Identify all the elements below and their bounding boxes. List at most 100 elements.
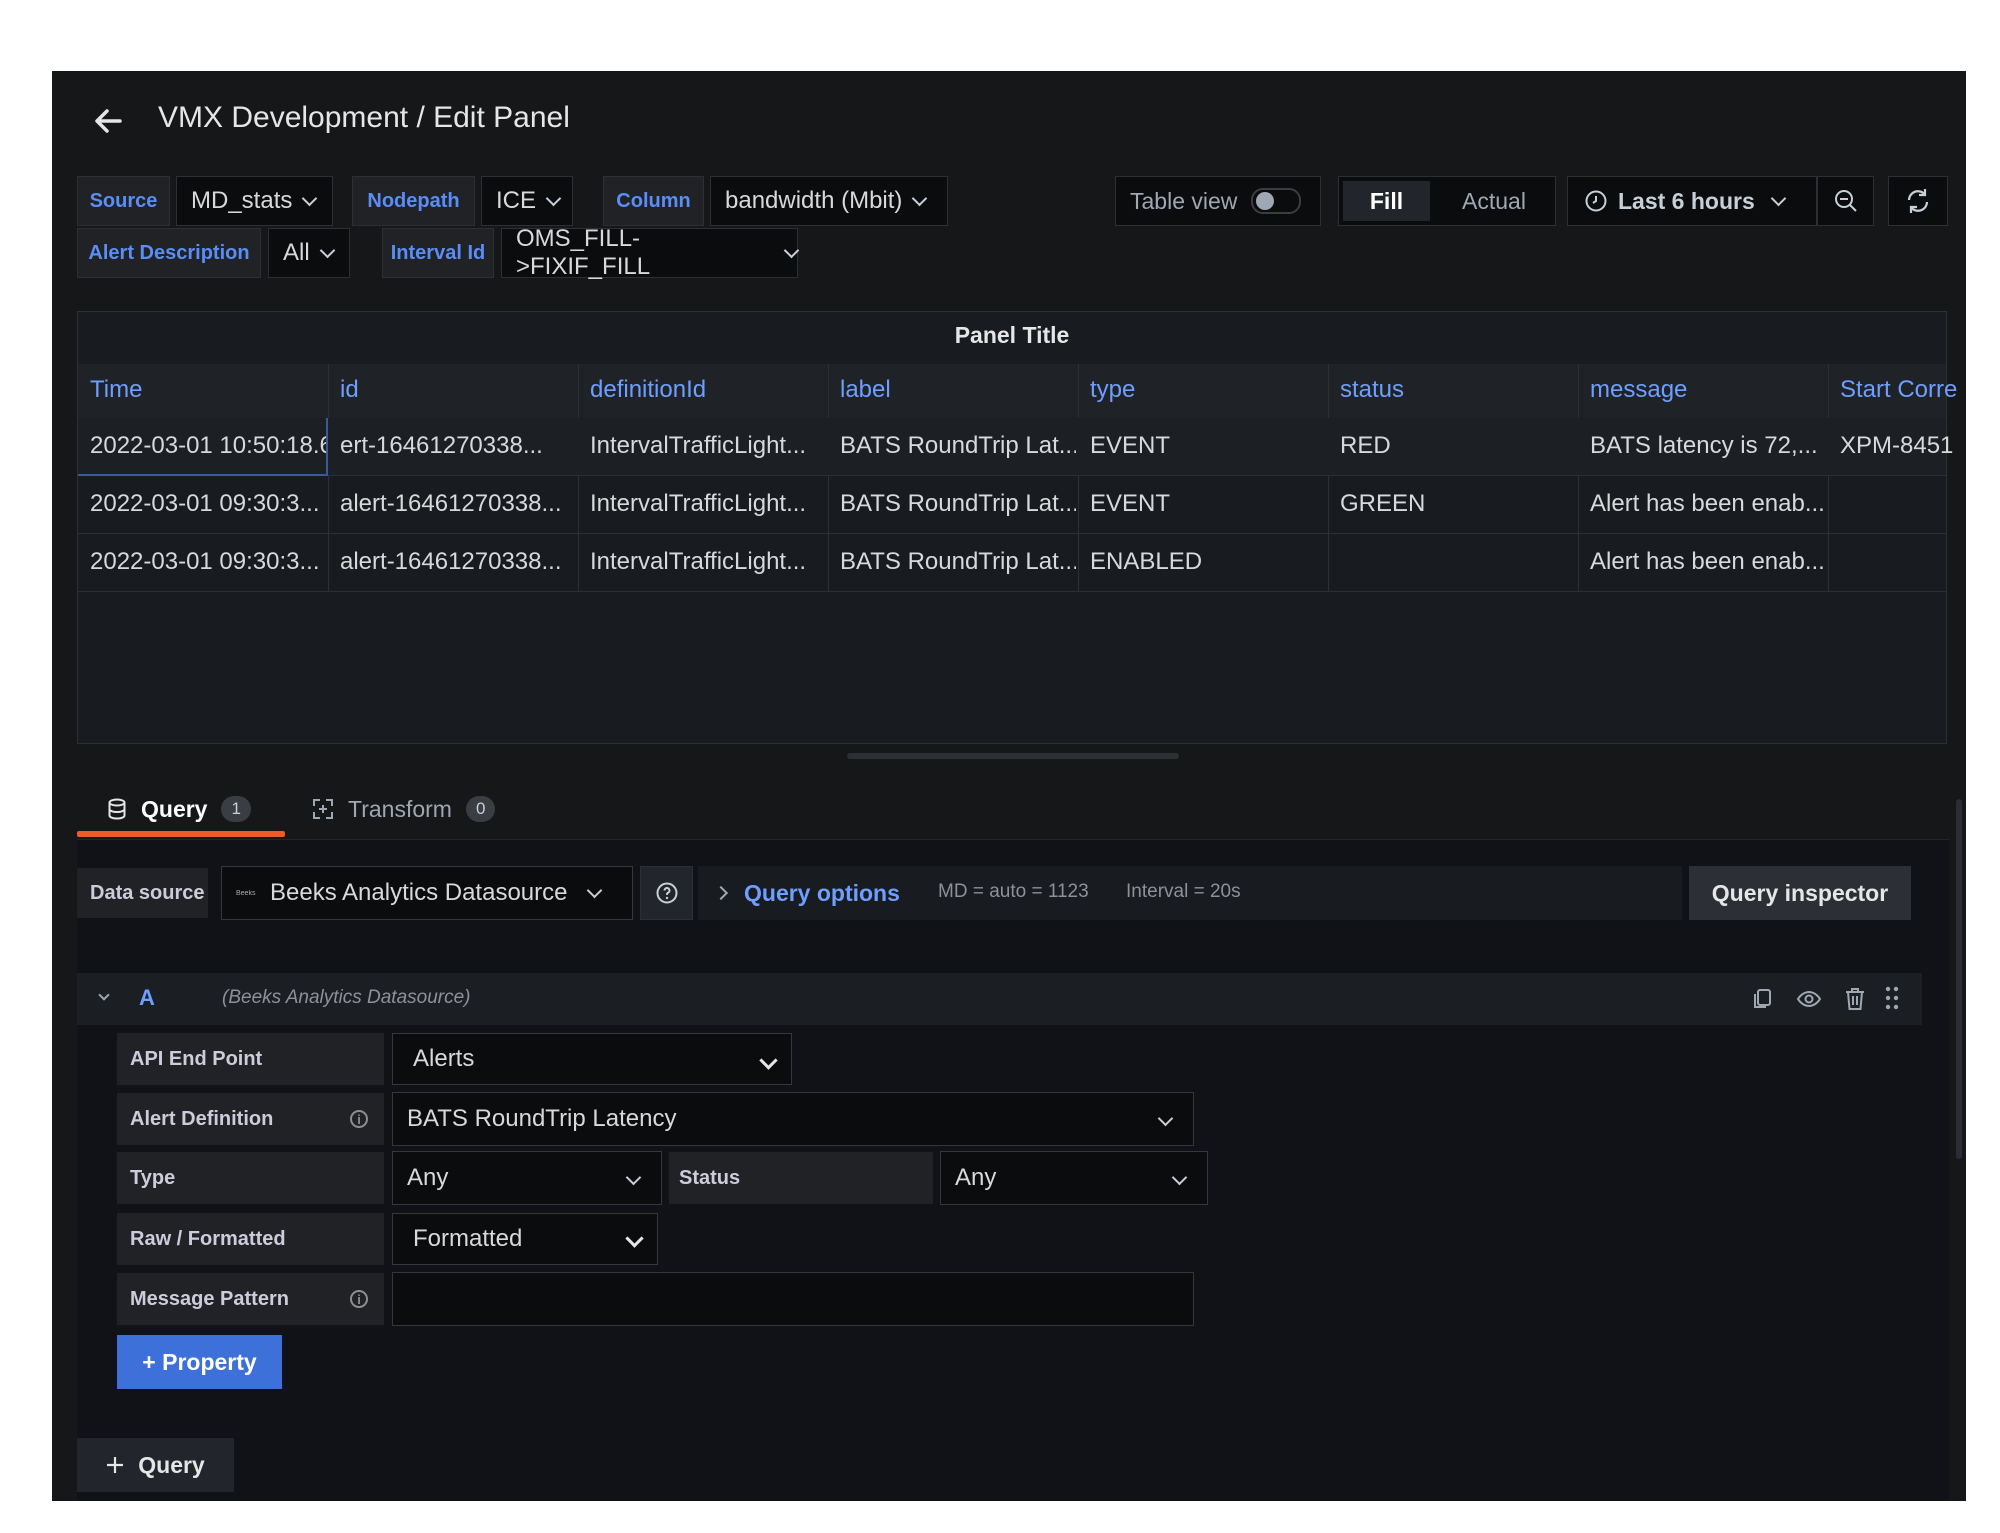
table-cell: alert-16461270338... (340, 548, 562, 575)
clock-icon (1585, 190, 1607, 212)
table-cell: EVENT (1090, 490, 1171, 517)
raw-formatted-select[interactable]: Formatted (392, 1213, 658, 1265)
table-cell: BATS RoundTrip Lat... (840, 490, 1076, 517)
message-pattern-label: Message Pattern (117, 1273, 384, 1325)
chevron-down-icon (759, 1051, 778, 1070)
tab-transform-label: Transform (348, 795, 452, 822)
panel-resize-handle[interactable] (847, 753, 1179, 759)
table-row[interactable]: 2022-03-01 09:30:3... alert-16461270338..… (78, 476, 1946, 534)
eye-icon[interactable] (1796, 987, 1822, 1011)
time-range-label: Last 6 hours (1618, 187, 1755, 214)
table-cell: XPM-8451 (1840, 432, 1954, 459)
interval-id-variable-label: Interval Id (382, 228, 494, 278)
tab-query-label: Query (141, 795, 208, 822)
help-icon (656, 882, 677, 904)
source-variable-value: MD_stats (191, 187, 293, 214)
table-cell: alert-16461270338... (340, 490, 562, 517)
info-icon: i (350, 1110, 368, 1128)
api-endpoint-select[interactable]: Alerts (392, 1033, 792, 1085)
data-source-help-button[interactable] (640, 866, 693, 920)
source-variable-select[interactable]: MD_stats (176, 176, 333, 226)
back-arrow-icon[interactable] (88, 101, 128, 141)
column-variable-select[interactable]: bandwidth (Mbit) (710, 176, 948, 226)
tab-transform[interactable]: Transform 0 (312, 781, 532, 837)
status-select[interactable]: Any (940, 1151, 1208, 1205)
query-inspector-button[interactable]: Query inspector (1689, 866, 1911, 920)
zoom-out-icon (1834, 190, 1857, 212)
query-inspector-label: Query inspector (1711, 879, 1889, 906)
type-value: Any (407, 1164, 449, 1191)
query-options-toggle[interactable]: Query options (713, 866, 916, 920)
zoom-out-button[interactable] (1817, 176, 1874, 226)
table-cell: IntervalTrafficLight... (590, 490, 807, 517)
transform-icon (313, 799, 333, 819)
table-cell: RED (1340, 432, 1391, 459)
table-cell: IntervalTrafficLight... (590, 432, 807, 459)
alert-description-variable-select[interactable]: All (268, 228, 350, 278)
chevron-down-icon (1171, 1169, 1188, 1186)
table-cell: 2022-03-01 09:30:3... (90, 548, 320, 575)
table-cell: BATS RoundTrip Lat... (840, 432, 1076, 459)
column-variable-value: bandwidth (Mbit) (725, 187, 903, 214)
add-property-button[interactable]: + Property (117, 1335, 282, 1389)
alert-definition-label: Alert Definition (117, 1093, 384, 1145)
tab-query-count: 1 (221, 796, 251, 822)
drag-handle-icon[interactable] (1884, 985, 1900, 1011)
time-range-picker[interactable]: Last 6 hours (1567, 176, 1817, 226)
message-pattern-input[interactable] (392, 1272, 1194, 1326)
tab-transform-count: 0 (465, 796, 496, 822)
alert-definition-value: BATS RoundTrip Latency (407, 1105, 677, 1132)
scrollbar[interactable] (1956, 799, 1962, 1159)
chevron-down-icon (912, 190, 928, 206)
nodepath-variable-select[interactable]: ICE (481, 176, 573, 226)
table-view-toggle[interactable]: Table view (1115, 176, 1321, 226)
type-select[interactable]: Any (392, 1151, 662, 1205)
table-row[interactable]: 2022-03-01 09:30:3... alert-16461270338..… (78, 534, 1946, 592)
alert-definition-select[interactable]: BATS RoundTrip Latency (392, 1092, 1194, 1146)
toggle-switch[interactable] (1251, 188, 1302, 214)
interval-id-variable-select[interactable]: OMS_FILL->FIXIF_FILL (501, 225, 800, 280)
refresh-button[interactable] (1888, 176, 1948, 226)
table-cell: GREEN (1340, 490, 1426, 517)
add-property-label: + Property (142, 1348, 257, 1375)
table-header-cell[interactable]: Time (90, 376, 326, 404)
max-data-points-info: MD = auto = 1123 (938, 881, 1089, 902)
interval-id-variable-value: OMS_FILL->FIXIF_FILL (516, 225, 651, 280)
database-icon (108, 798, 126, 820)
refresh-icon (1907, 189, 1929, 213)
type-label: Type (117, 1152, 384, 1204)
raw-formatted-label: Raw / Formatted (117, 1213, 384, 1265)
table-view-label: Table view (1130, 187, 1238, 214)
query-ref-id[interactable]: A (139, 985, 155, 1011)
query-options-label: Query options (744, 879, 900, 906)
tab-query[interactable]: Query 1 (77, 781, 282, 837)
query-datasource-name: (Beeks Analytics Datasource) (222, 987, 471, 1008)
status-label: Status (669, 1152, 933, 1204)
chevron-down-icon (302, 190, 318, 206)
add-query-label: Query (138, 1451, 205, 1478)
table-header-cell[interactable]: definitionId (590, 376, 826, 404)
table-cell: Alert has been enab... (1590, 548, 1825, 575)
table-header-cell[interactable]: type (1090, 376, 1326, 404)
data-source-picker[interactable]: Beeks Beeks Analytics Datasource (221, 866, 633, 920)
chevron-down-icon (783, 242, 800, 258)
data-source-logo: Beeks (236, 889, 256, 897)
table-header-cell[interactable]: label (840, 376, 1076, 404)
table-cell: ENABLED (1090, 548, 1203, 575)
table-header-cell[interactable]: message (1590, 376, 1826, 404)
table-row[interactable]: 2022-03-01 10:50:18.695ert-16461270338..… (78, 418, 1953, 476)
table-header-cell[interactable]: id (340, 376, 576, 404)
fill-button[interactable]: Fill (1343, 181, 1430, 221)
trash-icon[interactable] (1844, 986, 1866, 1012)
chevron-down-icon (319, 242, 335, 258)
actual-button[interactable]: Actual (1439, 181, 1549, 221)
table-header-cell[interactable]: Start Corre (1840, 376, 1966, 404)
chevron-down-icon (1770, 190, 1787, 206)
duplicate-query-icon[interactable] (1750, 987, 1774, 1011)
table-header-cell[interactable]: status (1340, 376, 1576, 404)
table-cell: ert-16461270338... (340, 432, 543, 459)
raw-formatted-value: Formatted (413, 1225, 523, 1252)
alert-description-variable-value: All (283, 239, 310, 266)
data-source-label: Data source (77, 868, 208, 918)
add-query-button[interactable]: Query (77, 1438, 234, 1492)
